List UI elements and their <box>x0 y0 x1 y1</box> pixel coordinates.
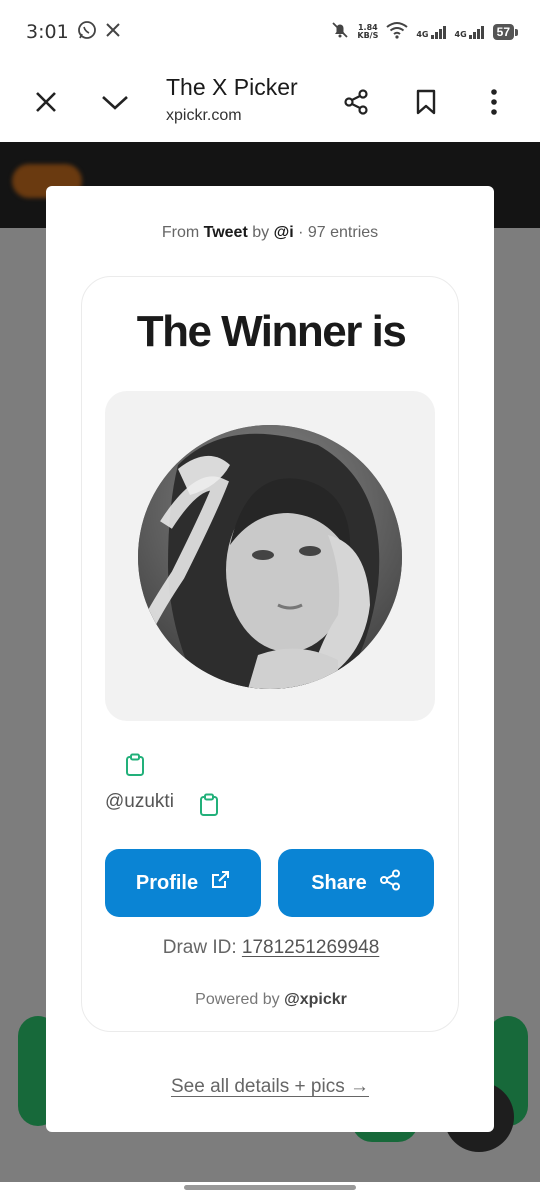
gesture-nav-bar <box>184 1185 356 1190</box>
winner-heading: The Winner is <box>136 307 407 356</box>
external-link-icon <box>210 870 230 896</box>
signal-1-label: 4G <box>416 30 429 39</box>
share-button-label: Share <box>311 871 367 894</box>
profile-button[interactable]: Profile <box>105 849 261 917</box>
signal-icon-1: 4G <box>416 25 446 39</box>
close-icon[interactable] <box>24 80 68 124</box>
powered-by-handle[interactable]: @xpickr <box>284 991 347 1008</box>
source-handle[interactable]: @i <box>274 224 294 241</box>
winner-photo-frame <box>105 391 435 721</box>
source-by: by <box>252 224 270 241</box>
copy-clipboard-icon[interactable] <box>124 753 146 777</box>
status-bar: 3:01 1.84 KB/S 4G 4G 57 <box>0 0 540 64</box>
winner-card: The Winner is @uzukti Profile Share Draw… <box>81 276 459 1032</box>
source-tweet-link[interactable]: Tweet <box>204 224 248 241</box>
winner-username: @uzukti <box>105 791 174 812</box>
share-button[interactable]: Share <box>278 849 434 917</box>
powered-by-line: Powered by @xpickr <box>82 991 460 1009</box>
see-all-details-link[interactable]: See all details + pics → <box>46 1076 494 1098</box>
winner-modal: From Tweet by @i · 97 entries The Winner… <box>46 186 494 1132</box>
whatsapp-icon <box>77 20 97 45</box>
share-icon[interactable] <box>334 80 378 124</box>
bookmark-icon[interactable] <box>404 80 448 124</box>
profile-button-label: Profile <box>135 871 199 894</box>
powered-by-label: Powered by <box>195 991 280 1008</box>
browser-page-title: The X Picker <box>166 74 298 100</box>
net-speed-unit: KB/S <box>357 31 379 40</box>
x-logo-icon <box>105 22 121 43</box>
source-separator: · <box>298 224 304 241</box>
winner-avatar <box>138 425 402 689</box>
draw-id-link[interactable]: 1781251269948 <box>242 937 379 958</box>
more-vert-icon[interactable] <box>472 80 516 124</box>
status-right: 1.84 KB/S 4G 4G 57 <box>331 21 519 44</box>
signal-2-label: 4G <box>454 30 467 39</box>
source-line: From Tweet by @i · 97 entries <box>46 224 494 242</box>
share-nodes-icon <box>379 869 401 897</box>
status-left: 3:01 <box>26 20 121 45</box>
status-time: 3:01 <box>26 21 69 43</box>
signal-icon-2: 4G <box>455 25 485 39</box>
chevron-down-icon[interactable] <box>93 80 137 124</box>
browser-toolbar: The X Picker xpickr.com <box>0 64 540 142</box>
draw-id-label: Draw ID: <box>162 937 237 958</box>
source-from: From <box>161 224 200 241</box>
browser-title-block: The X Picker xpickr.com <box>166 74 298 125</box>
browser-url: xpickr.com <box>166 107 242 124</box>
mute-bell-icon <box>331 21 349 44</box>
battery-icon: 57 <box>492 24 519 40</box>
net-speed: 1.84 KB/S <box>357 24 378 40</box>
source-entries: 97 entries <box>307 224 379 241</box>
wifi-icon <box>386 21 408 44</box>
draw-id-line: Draw ID: 1781251269948 <box>82 937 460 959</box>
copy-username-icon[interactable] <box>198 793 220 817</box>
